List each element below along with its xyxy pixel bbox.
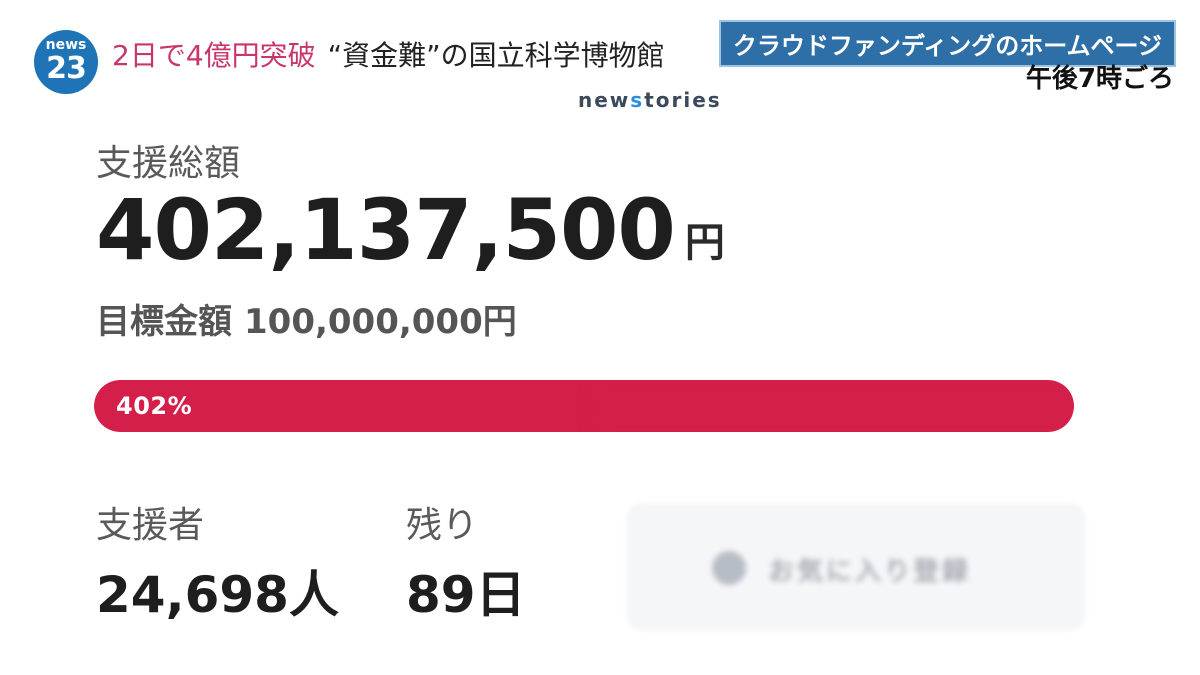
logo-brand: news [45,37,87,53]
target-amount-value: 100,000,000円 [244,302,517,342]
headline-rest: “資金難”の国立科学博物館 [327,39,665,72]
supporters-stat: 支援者 24,698人 [96,505,339,624]
remaining-label: 残り [406,505,479,546]
favorite-button[interactable]: お気に入り登録 [628,505,1084,629]
heart-icon [712,551,746,585]
watermark-s: s [630,88,645,112]
news23-logo: news 23 [34,30,98,94]
total-amount-label: 支援総額 [96,143,241,184]
total-amount-row: 402,137,500 円 [96,188,725,272]
supporters-value: 24,698人 [96,566,339,624]
headline-accent: 2日で4億円突破 [112,39,316,72]
newstories-watermark: newstories [578,88,722,112]
progress-bar: 402% [94,380,1074,432]
remaining-stat: 残り 89日 [406,505,526,624]
remaining-value: 89日 [406,566,526,624]
watermark-prefix: new [578,88,631,112]
watermark-suffix: tories [644,88,722,112]
target-amount-row: 目標金額 100,000,000円 [96,294,517,343]
logo-number: 23 [46,51,87,86]
headline: 2日で4億円突破 “資金難”の国立科学博物館 [112,34,665,74]
progress-percent-label: 402% [116,392,193,420]
progress-blur [594,380,1074,432]
caption-time: 午後7時ごろ [1025,64,1174,94]
total-amount-unit: 円 [684,220,725,266]
supporters-label: 支援者 [96,505,205,546]
target-amount-label: 目標金額 [96,302,232,342]
total-amount-value: 402,137,500 [96,181,676,279]
favorite-button-label: お気に入り登録 [768,557,972,587]
